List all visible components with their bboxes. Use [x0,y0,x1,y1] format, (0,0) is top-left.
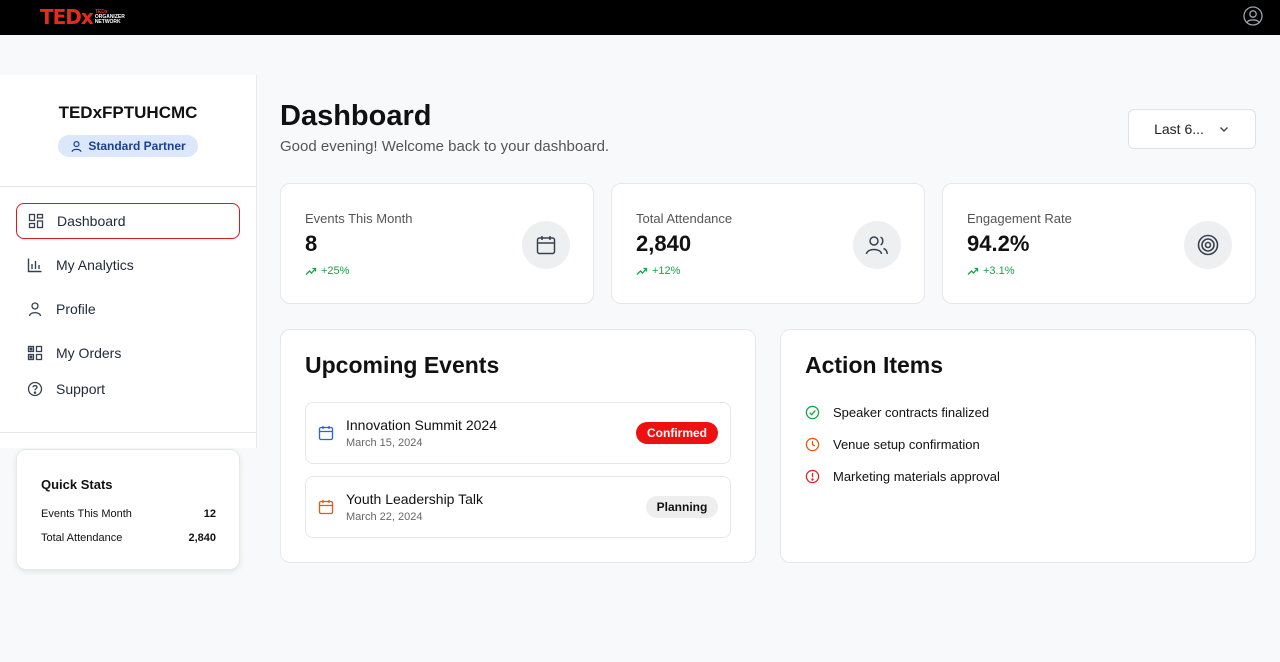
top-bar: TEDx TEDx ORGANIZER NETWORK [0,0,1280,35]
stat-delta-value: +3.1% [983,265,1015,277]
stat-label: Events This Month [305,211,413,226]
nav-item-dashboard[interactable]: Dashboard [16,203,240,239]
event-name: Innovation Summit 2024 [346,417,497,433]
orders-grid-icon [27,345,43,361]
divider [0,432,256,433]
quick-stats-label: Total Attendance [41,532,123,544]
stat-delta-value: +12% [652,265,681,277]
event-date: March 22, 2024 [346,511,423,523]
nav-item-my-analytics[interactable]: My Analytics [16,247,240,283]
date-range-value: Last 6... [1154,121,1204,137]
ted-logo[interactable]: TEDx TEDx ORGANIZER NETWORK [40,5,125,29]
nav-item-my-orders[interactable]: My Orders [16,335,240,371]
partner-badge: Standard Partner [58,135,198,157]
action-item[interactable]: Speaker contracts finalized [805,405,989,420]
status-badge: Confirmed [636,422,718,444]
nav-label-profile: Profile [56,301,96,317]
event-row[interactable]: Innovation Summit 2024 March 15, 2024 Co… [305,402,731,464]
quick-stats-label: Events This Month [41,508,132,520]
stat-card-engagement: Engagement Rate 94.2% +3.1% [942,183,1256,304]
upcoming-events-title: Upcoming Events [305,352,500,378]
calendar-icon [318,426,334,441]
trending-up-icon [967,267,979,275]
action-item-label: Speaker contracts finalized [833,405,990,420]
nav-item-support[interactable]: Support [16,371,240,407]
divider [0,186,256,187]
stat-delta-value: +25% [321,265,350,277]
sidebar: TEDxFPTUHCMC Standard Partner Dashboard … [0,75,257,448]
upcoming-events-panel: Upcoming Events Innovation Summit 2024 M… [280,329,756,563]
calendar-icon [536,236,556,255]
stat-delta: +12% [636,265,680,277]
nav-label-support: Support [56,381,106,397]
status-badge: Planning [646,496,718,518]
target-icon [1197,234,1219,256]
quick-stats-row: Total Attendance 2,840 [41,532,216,544]
stat-label: Engagement Rate [967,211,1072,226]
logo-text-ted: TED [40,5,82,29]
stat-value: 2,840 [636,231,692,256]
clock-icon [805,437,820,452]
nav-label-my-orders: My Orders [56,345,122,361]
calendar-icon [318,500,334,515]
nav-label-dashboard: Dashboard [57,213,126,229]
stat-value: 8 [305,231,318,256]
user-icon [28,302,42,317]
action-item-label: Venue setup confirmation [833,437,980,452]
stat-card-events: Events This Month 8 +25% [280,183,594,304]
stat-delta: +25% [305,265,349,277]
event-date: March 15, 2024 [346,437,423,449]
quick-stats-value: 2,840 [188,532,216,544]
alert-circle-icon [805,469,820,484]
action-items-title: Action Items [805,352,944,378]
bar-chart-icon [27,258,42,273]
stat-label: Total Attendance [636,211,733,226]
action-item[interactable]: Marketing materials approval [805,469,1000,484]
help-circle-icon [27,381,43,397]
nav-item-profile[interactable]: Profile [16,291,240,327]
quick-stats-value: 12 [203,508,216,520]
page-subtitle: Good evening! Welcome back to your dashb… [280,138,610,155]
event-row[interactable]: Youth Leadership Talk March 22, 2024 Pla… [305,476,731,538]
user-avatar-icon[interactable] [1243,6,1263,26]
date-range-select[interactable]: Last 6... [1128,109,1256,149]
dashboard-grid-icon [28,213,44,229]
event-name: Youth Leadership Talk [346,491,483,507]
logo-text-x: x [80,5,94,29]
check-circle-icon [805,405,820,420]
stat-card-attendance: Total Attendance 2,840 +12% [611,183,925,304]
org-name: TEDxFPTUHCMC [58,103,198,122]
stat-icon-circle [522,221,570,269]
trending-up-icon [305,267,317,275]
nav-label-my-analytics: My Analytics [56,257,134,273]
action-item-label: Marketing materials approval [833,469,1000,484]
user-icon [71,140,82,152]
page-title: Dashboard [280,100,432,132]
chevron-down-icon [1219,127,1228,132]
stat-delta: +3.1% [967,265,1015,277]
action-item[interactable]: Venue setup confirmation [805,437,980,452]
stat-value: 94.2% [967,231,1030,256]
logo-sub-network: NETWORK [94,18,121,25]
users-icon [865,236,889,255]
stat-icon-circle [1184,221,1232,269]
stat-icon-circle [853,221,901,269]
quick-stats-card: Quick Stats Events This Month 12 Total A… [16,449,240,570]
action-items-panel: Action Items Speaker contracts finalized… [780,329,1256,563]
quick-stats-title: Quick Stats [41,477,113,492]
quick-stats-row: Events This Month 12 [41,508,216,520]
trending-up-icon [636,267,648,275]
partner-badge-label: Standard Partner [88,139,186,153]
